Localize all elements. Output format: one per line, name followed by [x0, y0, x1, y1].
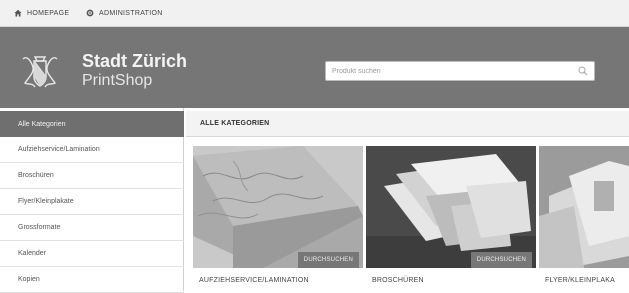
sidebar-item-kopien[interactable]: Kopien	[0, 267, 184, 293]
category-card-aufziehservice[interactable]: DURCHSUCHEN AUFZIEHSERVICE/LAMINATION	[193, 146, 363, 291]
category-card-flyer[interactable]: FLYER/KLEINPLAKA	[539, 146, 629, 291]
product-search-box[interactable]	[325, 61, 595, 81]
category-card-broschueren[interactable]: DURCHSUCHEN BROSCHÜREN	[366, 146, 536, 291]
sidebar-item-flyer[interactable]: Flyer/Kleinplakate	[0, 189, 184, 215]
sidebar-item-label: Flyer/Kleinplakate	[18, 198, 74, 205]
homepage-link[interactable]: HOMEPAGE	[14, 6, 69, 20]
gear-icon	[86, 9, 94, 17]
card-title[interactable]: AUFZIEHSERVICE/LAMINATION	[199, 277, 309, 284]
sidebar-item-label: Aufziehservice/Lamination	[18, 146, 100, 153]
browse-button[interactable]: DURCHSUCHEN	[297, 252, 359, 268]
category-image[interactable]	[193, 146, 363, 268]
category-image[interactable]	[366, 146, 536, 268]
administration-link[interactable]: ADMINISTRATION	[86, 6, 163, 20]
category-sidebar: Alle Kategorien Aufziehservice/Laminatio…	[0, 108, 184, 293]
sidebar-item-label: Grossformate	[18, 224, 61, 231]
administration-link-label: ADMINISTRATION	[99, 9, 163, 17]
search-icon[interactable]	[578, 66, 588, 76]
card-title[interactable]: BROSCHÜREN	[372, 277, 424, 284]
home-icon	[14, 9, 22, 17]
card-title[interactable]: FLYER/KLEINPLAKA	[545, 277, 615, 284]
sidebar-item-label: Kopien	[18, 276, 40, 283]
sidebar-item-alle-kategorien[interactable]: Alle Kategorien	[0, 111, 184, 137]
brand-title: Stadt Zürich	[82, 51, 188, 71]
brand-subtitle: PrintShop	[82, 72, 153, 89]
top-navigation-bar: HOMEPAGE ADMINISTRATION	[0, 0, 629, 27]
sidebar-item-label: Kalender	[18, 250, 47, 257]
sidebar-item-grossformate[interactable]: Grossformate	[0, 215, 184, 241]
search-input[interactable]	[326, 62, 571, 80]
browse-button[interactable]: DURCHSUCHEN	[470, 252, 532, 268]
sidebar-item-kalender[interactable]: Kalender	[0, 241, 184, 267]
sidebar-item-broschueren[interactable]: Broschüren	[0, 163, 184, 189]
sidebar-item-aufziehservice[interactable]: Aufziehservice/Lamination	[0, 137, 184, 163]
sidebar-item-label: Alle Kategorien	[18, 120, 66, 128]
category-heading-bar: ALLE KATEGORIEN	[186, 111, 629, 137]
category-image[interactable]	[539, 146, 629, 268]
zurich-coat-of-arms-logo[interactable]	[19, 53, 61, 91]
homepage-link-label: HOMEPAGE	[27, 9, 70, 17]
page-title: ALLE KATEGORIEN	[200, 120, 270, 127]
sidebar-item-label: Broschüren	[18, 172, 54, 179]
